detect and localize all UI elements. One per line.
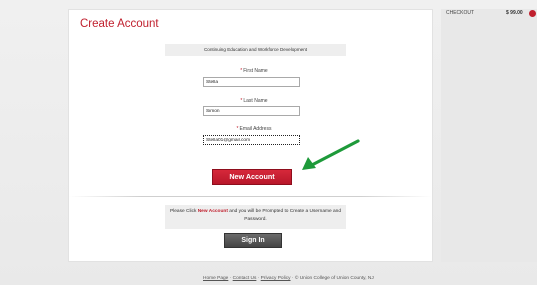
footer-separator: · bbox=[229, 276, 232, 281]
last-name-label: *Last Name bbox=[240, 98, 268, 104]
footer-link-privacy[interactable]: Privacy Policy bbox=[261, 276, 291, 281]
last-name-input[interactable] bbox=[203, 106, 300, 116]
email-label: *Email Address bbox=[236, 126, 272, 132]
cart-panel: CHECKOUT $ 99.00 bbox=[441, 9, 537, 262]
footer-link-contact[interactable]: Contact Us bbox=[233, 276, 257, 281]
cart-icon[interactable] bbox=[529, 10, 536, 17]
footer-copyright: © Union College of Union County, NJ bbox=[294, 276, 374, 281]
first-name-input[interactable] bbox=[203, 77, 300, 87]
email-input[interactable] bbox=[203, 135, 300, 145]
required-marker: * bbox=[240, 68, 243, 74]
section-divider bbox=[69, 196, 432, 197]
checkout-link[interactable]: CHECKOUT bbox=[446, 10, 474, 16]
first-name-label: *First Name bbox=[240, 68, 268, 74]
prompt-text-after: and you will be Prompted to Create a Use… bbox=[227, 209, 341, 222]
prompt-text-before: Please Click bbox=[169, 209, 198, 214]
new-account-button[interactable]: New Account bbox=[212, 169, 292, 185]
footer-separator: · bbox=[257, 276, 260, 281]
subtitle-box: Continuing Education and Workforce Devel… bbox=[165, 44, 346, 56]
footer-separator: · bbox=[291, 276, 294, 281]
signin-prompt-box: Please Click New Account and you will be… bbox=[165, 205, 346, 229]
cart-amount: $ 99.00 bbox=[506, 10, 523, 16]
prompt-highlight: New Account bbox=[197, 209, 228, 214]
page-title: Create Account bbox=[80, 18, 159, 30]
sign-in-button[interactable]: Sign In bbox=[224, 233, 282, 248]
footer: Home Page · Contact Us · Privacy Policy … bbox=[203, 276, 374, 281]
green-arrow-icon bbox=[302, 139, 360, 170]
subtitle-text: Continuing Education and Workforce Devel… bbox=[203, 47, 308, 52]
create-account-card: Create Account Continuing Education and … bbox=[68, 9, 433, 262]
footer-link-home[interactable]: Home Page bbox=[203, 276, 228, 281]
